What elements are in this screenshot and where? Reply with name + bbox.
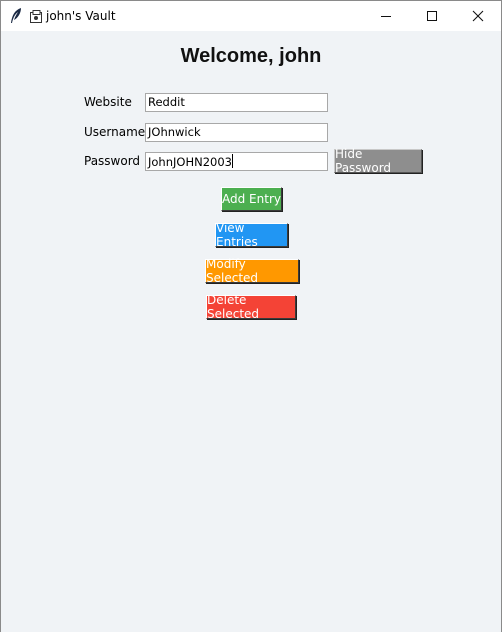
modify-selected-button[interactable]: Modify Selected bbox=[205, 257, 299, 285]
app-icon bbox=[30, 10, 42, 23]
text-caret bbox=[231, 154, 233, 168]
password-input[interactable]: JohnJOHN2003 bbox=[145, 152, 328, 171]
add-entry-button[interactable]: Add Entry bbox=[221, 187, 282, 211]
close-icon bbox=[472, 10, 484, 22]
feather-icon bbox=[11, 8, 21, 23]
title-bar[interactable]: john's Vault bbox=[1, 1, 501, 31]
username-input[interactable]: JOhnwick bbox=[145, 123, 328, 142]
username-value: JOhnwick bbox=[148, 125, 201, 139]
username-label: Username bbox=[84, 125, 146, 139]
delete-selected-button[interactable]: Delete Selected bbox=[206, 293, 296, 321]
welcome-heading: Welcome, john bbox=[180, 45, 322, 67]
password-value: JohnJOHN2003 bbox=[148, 155, 232, 169]
website-value: Reddit bbox=[148, 95, 185, 109]
password-label: Password bbox=[84, 154, 141, 168]
vault-panel: Welcome, john Website Reddit Username JO… bbox=[1, 31, 501, 632]
minimize-icon bbox=[381, 16, 391, 17]
minimize-button[interactable] bbox=[363, 1, 409, 31]
website-label: Website bbox=[84, 95, 132, 109]
hide-password-button[interactable]: Hide Password bbox=[334, 147, 422, 175]
maximize-button[interactable] bbox=[409, 1, 455, 31]
window-title: john's Vault bbox=[46, 9, 116, 23]
website-input[interactable]: Reddit bbox=[145, 93, 328, 112]
close-button[interactable] bbox=[455, 1, 501, 31]
view-entries-button[interactable]: View Entries bbox=[215, 221, 288, 249]
app-window: john's Vault Welcome, john Website Reddi… bbox=[0, 0, 502, 632]
maximize-icon bbox=[427, 11, 437, 21]
